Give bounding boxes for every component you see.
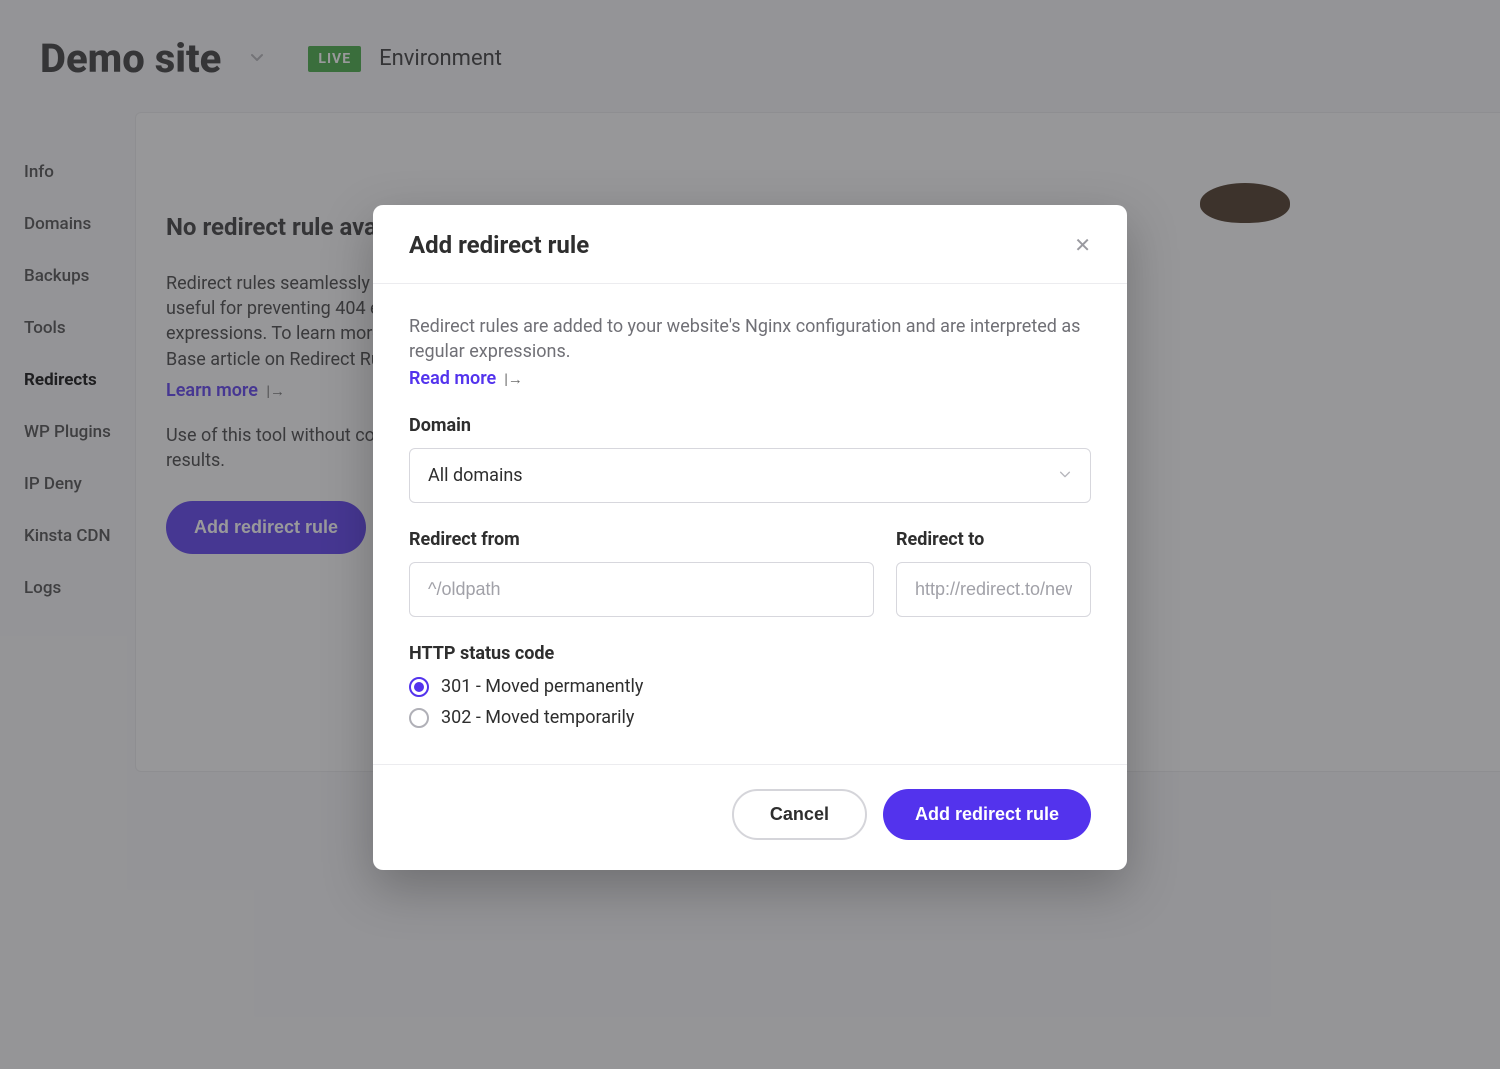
modal-description: Redirect rules are added to your website…	[409, 314, 1091, 364]
submit-button[interactable]: Add redirect rule	[883, 789, 1091, 840]
modal-overlay[interactable]: Add redirect rule ✕ Redirect rules are a…	[0, 0, 1500, 1069]
close-icon[interactable]: ✕	[1074, 233, 1091, 258]
radio-302-option[interactable]: 302 - Moved temporarily	[409, 707, 1091, 728]
radio-302-label: 302 - Moved temporarily	[441, 707, 634, 728]
modal-title: Add redirect rule	[409, 231, 589, 259]
radio-301-label: 301 - Moved permanently	[441, 676, 643, 697]
domain-group: Domain All domains	[409, 415, 1091, 503]
add-redirect-modal: Add redirect rule ✕ Redirect rules are a…	[373, 205, 1127, 870]
radio-icon	[409, 677, 429, 697]
domain-select[interactable]: All domains	[409, 448, 1091, 503]
http-status-label: HTTP status code	[409, 643, 1091, 664]
domain-label: Domain	[409, 415, 1091, 436]
modal-body: Redirect rules are added to your website…	[373, 284, 1127, 740]
read-more-link[interactable]: Read more	[409, 368, 496, 389]
modal-header: Add redirect rule ✕	[373, 205, 1127, 284]
redirect-row: Redirect from Redirect to	[409, 529, 1091, 617]
read-more-row: Read more |→	[409, 368, 1091, 389]
chevron-down-icon	[1058, 465, 1072, 486]
redirect-from-input[interactable]	[409, 562, 874, 617]
redirect-to-label: Redirect to	[896, 529, 1091, 550]
redirect-from-group: Redirect from	[409, 529, 874, 617]
modal-footer: Cancel Add redirect rule	[373, 764, 1127, 870]
http-status-group: HTTP status code 301 - Moved permanently…	[409, 643, 1091, 728]
cancel-button[interactable]: Cancel	[732, 789, 867, 840]
redirect-from-label: Redirect from	[409, 529, 874, 550]
radio-icon	[409, 708, 429, 728]
radio-301-option[interactable]: 301 - Moved permanently	[409, 676, 1091, 697]
external-link-icon: |→	[504, 370, 523, 388]
redirect-to-input[interactable]	[896, 562, 1091, 617]
domain-select-value: All domains	[428, 465, 523, 486]
redirect-to-group: Redirect to	[896, 529, 1091, 617]
